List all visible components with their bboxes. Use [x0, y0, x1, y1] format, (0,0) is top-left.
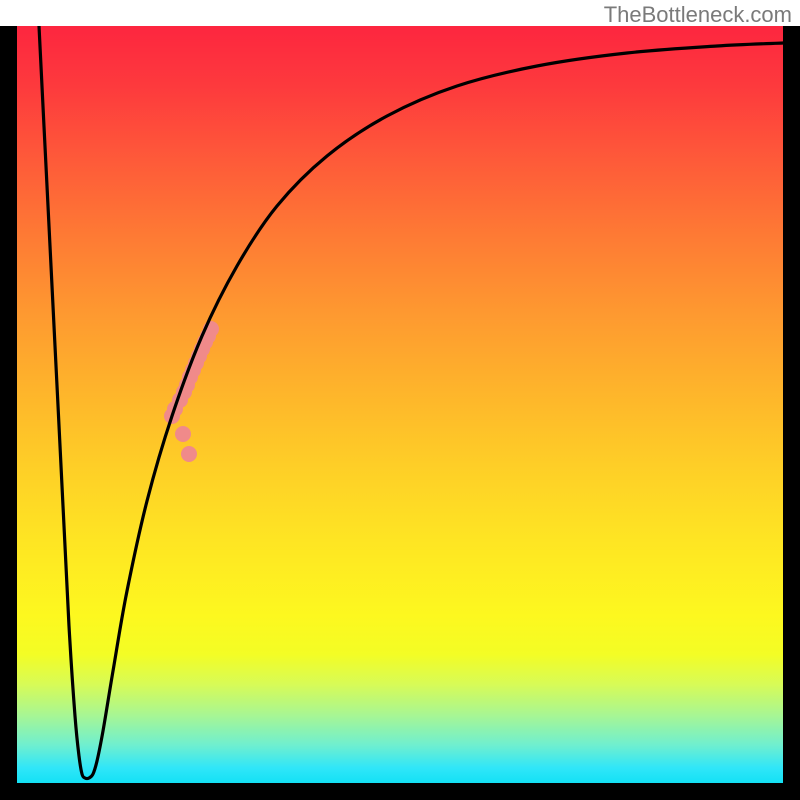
highlight-markers — [164, 321, 219, 462]
highlight-marker — [175, 426, 191, 442]
highlight-marker — [181, 446, 197, 462]
bottleneck-curve — [39, 26, 783, 779]
watermark-text: TheBottleneck.com — [604, 2, 792, 28]
plot-area — [17, 26, 783, 783]
chart-frame — [0, 26, 800, 800]
chart-svg — [17, 26, 783, 783]
